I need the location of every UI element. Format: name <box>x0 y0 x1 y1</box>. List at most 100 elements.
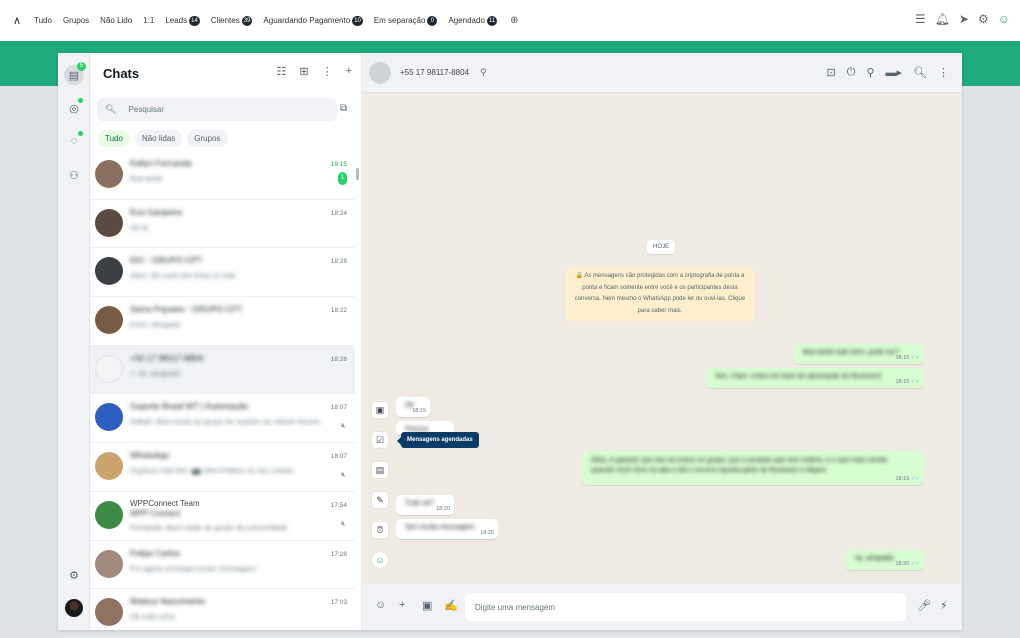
alarm-icon[interactable]: ⏰︎ <box>372 522 388 538</box>
chat-preview: Rafael: Bem-vindo ao grupo de suporte ao… <box>130 417 320 427</box>
chat-row[interactable]: WhatsApp Duplicar Fale Bot: 📷 WIN Publico… <box>90 443 355 492</box>
add-label-icon[interactable]: ⊕ <box>510 15 518 26</box>
chat-row[interactable]: Mateus Nascimento Ok tudo certo 17:03 <box>90 589 355 630</box>
filter-chip-unread[interactable]: Não lidas <box>134 130 183 147</box>
search-icon[interactable]: 🔍︎ <box>913 66 927 79</box>
label-tag-text: Clientes <box>210 16 240 25</box>
edit-icon[interactable]: ✎ <box>372 492 388 508</box>
chats-icon[interactable]: ▤ 5 <box>64 62 86 85</box>
avatar <box>95 208 123 237</box>
scrollbar[interactable] <box>356 168 359 180</box>
message-bubble-out[interactable]: ok, atrapado 18:20 ✓✓ <box>846 550 924 570</box>
chat-row[interactable]: Sams Paywire - GRUPO CPT Erico: obrigado 1… <box>90 297 355 346</box>
new-chat-icon[interactable]: + <box>346 65 352 78</box>
search-input[interactable] <box>128 105 309 114</box>
filter-chips: Tudo Não lidas Grupos <box>98 130 228 147</box>
label-tag[interactable]: Clientes 39 <box>210 15 253 26</box>
label-tags: Tudo Grupos Não Lido 1:1 Leads 14 Clientes 39 Ag… <box>34 15 508 26</box>
message-time: 18:20 ✓✓ <box>895 561 920 567</box>
contact-avatar[interactable] <box>369 62 391 84</box>
chat-row[interactable]: Eva Ganpeira Ok tá 18:24 <box>90 200 355 249</box>
message-bubble-in[interactable]: Ok 18:15 <box>396 397 430 417</box>
settings-icon[interactable]: ⚙ <box>64 565 84 585</box>
filter-chip-groups[interactable]: Grupos <box>187 130 228 147</box>
chat-folder-icon[interactable]: ⊡ <box>827 66 836 79</box>
attach-icon[interactable]: + <box>399 599 405 611</box>
list-icon[interactable]: ☷ <box>276 65 286 78</box>
chat-name: WhatsApp <box>130 450 170 461</box>
power-icon[interactable]: ⏻ <box>847 66 856 79</box>
avatar <box>95 598 123 627</box>
contact-card-icon[interactable]: ▣ <box>372 402 388 418</box>
label-tag[interactable]: Tudo <box>34 16 52 25</box>
video-call-icon[interactable]: ▬▸ <box>886 66 903 79</box>
chat-time: 19:15 <box>330 161 347 168</box>
label-tag[interactable]: Aguardando Pagamento 10 <box>263 15 363 26</box>
menu-icon[interactable]: ⋮ <box>938 66 949 79</box>
channels-icon[interactable]: ◌ <box>64 131 84 151</box>
label-tag[interactable]: Em separação 0 <box>374 15 438 26</box>
chat-time: 18:28 <box>330 258 347 266</box>
tooltip: Mensagens agendadas <box>397 432 479 448</box>
avatar[interactable] <box>65 599 83 617</box>
message-bubble-out[interactable]: Olha, é garantir que ela vai entrar no g… <box>582 451 924 485</box>
search-icon: 🔍︎ <box>105 104 117 114</box>
more-icon[interactable]: ⋮ <box>322 65 333 78</box>
status-icon[interactable]: ◎ <box>64 98 84 118</box>
unread-badge: 1 <box>338 172 347 185</box>
bot-icon[interactable]: ☺ <box>372 552 388 568</box>
menu-icon[interactable]: ☰ <box>915 12 926 26</box>
add-contact-icon[interactable]: ⚲ <box>480 67 487 78</box>
chat-list-tools: ☷ ⊞ ⋮ + <box>276 65 352 78</box>
signature-icon[interactable]: ✍ <box>444 599 458 612</box>
microphone-icon[interactable]: 🎤︎ <box>917 599 931 612</box>
channels-dot <box>78 131 83 136</box>
copy-filter-icon[interactable]: ⧉ <box>340 103 347 114</box>
filter-chip-all[interactable]: Tudo <box>98 130 130 147</box>
emoji-icon[interactable]: ☺ <box>375 599 386 611</box>
label-tag[interactable]: Agendado 11 <box>448 15 498 26</box>
chat-row[interactable]: +55 17 98117-8804 ✓ ok, atrapado 18:28 <box>90 345 355 395</box>
date-chip: HOJE <box>647 240 676 254</box>
chat-row[interactable]: Felipe Carlos Fm agora consegui enviar me… <box>90 541 355 590</box>
chat-name: WPP Connect <box>130 508 181 518</box>
message-bubble-out[interactable]: Boa tarde tudo bem, pode ser? 18:15 ✓✓ <box>794 344 924 364</box>
chat-preview: ✓ ok, atrapado <box>130 368 181 378</box>
checklist-icon[interactable]: ☑ <box>372 432 388 448</box>
settings-icon[interactable]: ⚙ <box>978 12 989 26</box>
new-group-icon[interactable]: ⊞ <box>299 65 308 78</box>
encryption-notice[interactable]: 🔒 As mensagens são protegidas com a crip… <box>566 267 754 321</box>
communities-icon[interactable]: ⚇ <box>64 165 84 185</box>
message-time: 18:20 <box>436 506 450 512</box>
avatar <box>95 500 123 529</box>
label-tag[interactable]: 1:1 <box>143 16 154 25</box>
send-icon[interactable]: ➤ <box>959 12 969 26</box>
chat-time: 18:22 <box>330 307 347 315</box>
conversation-panel: +55 17 98117-8804 ⚲ ⊡ ⏻ ⚲ ▬▸ 🔍︎ ⋮ HOJE 🔒… <box>362 53 962 630</box>
contact-card-icon[interactable]: ▣ <box>422 599 432 612</box>
collapse-chevron-icon[interactable]: ∧ <box>0 14 34 27</box>
chat-row[interactable]: WPPConnect Team WPP Connect Fernanda: Bem-… <box>90 492 355 541</box>
label-tag[interactable]: Leads 14 <box>165 15 200 26</box>
pin-icon[interactable]: ⚲ <box>866 66 874 79</box>
chat-row[interactable]: Suporte Brasil WT | Automação Rafael: Bem… <box>90 394 355 444</box>
scheduled-messages-icon[interactable]: ▤ <box>372 462 388 478</box>
bell-icon[interactable]: 🔔︎ <box>935 12 950 26</box>
chat-row[interactable]: Kellyn Fernanda Boa tarde 19:15 1 <box>90 151 355 200</box>
message-bubble-out[interactable]: Sim, Claro, estou em fase de aprovação d… <box>706 368 924 388</box>
message-time: 18:15 ✓✓ <box>895 379 920 385</box>
message-text: Olha, é garantir que ela vai entrar no g… <box>591 457 890 474</box>
label-tag[interactable]: Não Lido <box>100 16 132 25</box>
label-tag[interactable]: Grupos <box>63 16 89 25</box>
chats-badge: 5 <box>77 62 86 71</box>
message-bubble-in[interactable]: Tudo ok? 18:20 <box>396 495 454 515</box>
whatsapp-app: ▤5 ◎ ◌ ⚇ ⚙ Chats ☷ ⊞ ⋮ + 🔍︎ ⧉ Tudo Não l… <box>58 53 962 630</box>
quick-reply-icon[interactable]: ⚡︎ <box>940 599 948 612</box>
chat-row[interactable]: DIV - GRUPO CPT Alice: Ok você tem linha … <box>90 248 355 298</box>
chat-name: Suporte Brasil WT | Automação <box>130 401 249 412</box>
contact-phone[interactable]: +55 17 98117-8804 <box>400 68 469 77</box>
message-input[interactable] <box>465 593 906 621</box>
profile-icon[interactable]: ☺ <box>998 12 1010 26</box>
chat-time: 17:28 <box>330 550 347 558</box>
message-bubble-in[interactable]: Sim recebi mensagem 18:20 <box>396 519 498 539</box>
